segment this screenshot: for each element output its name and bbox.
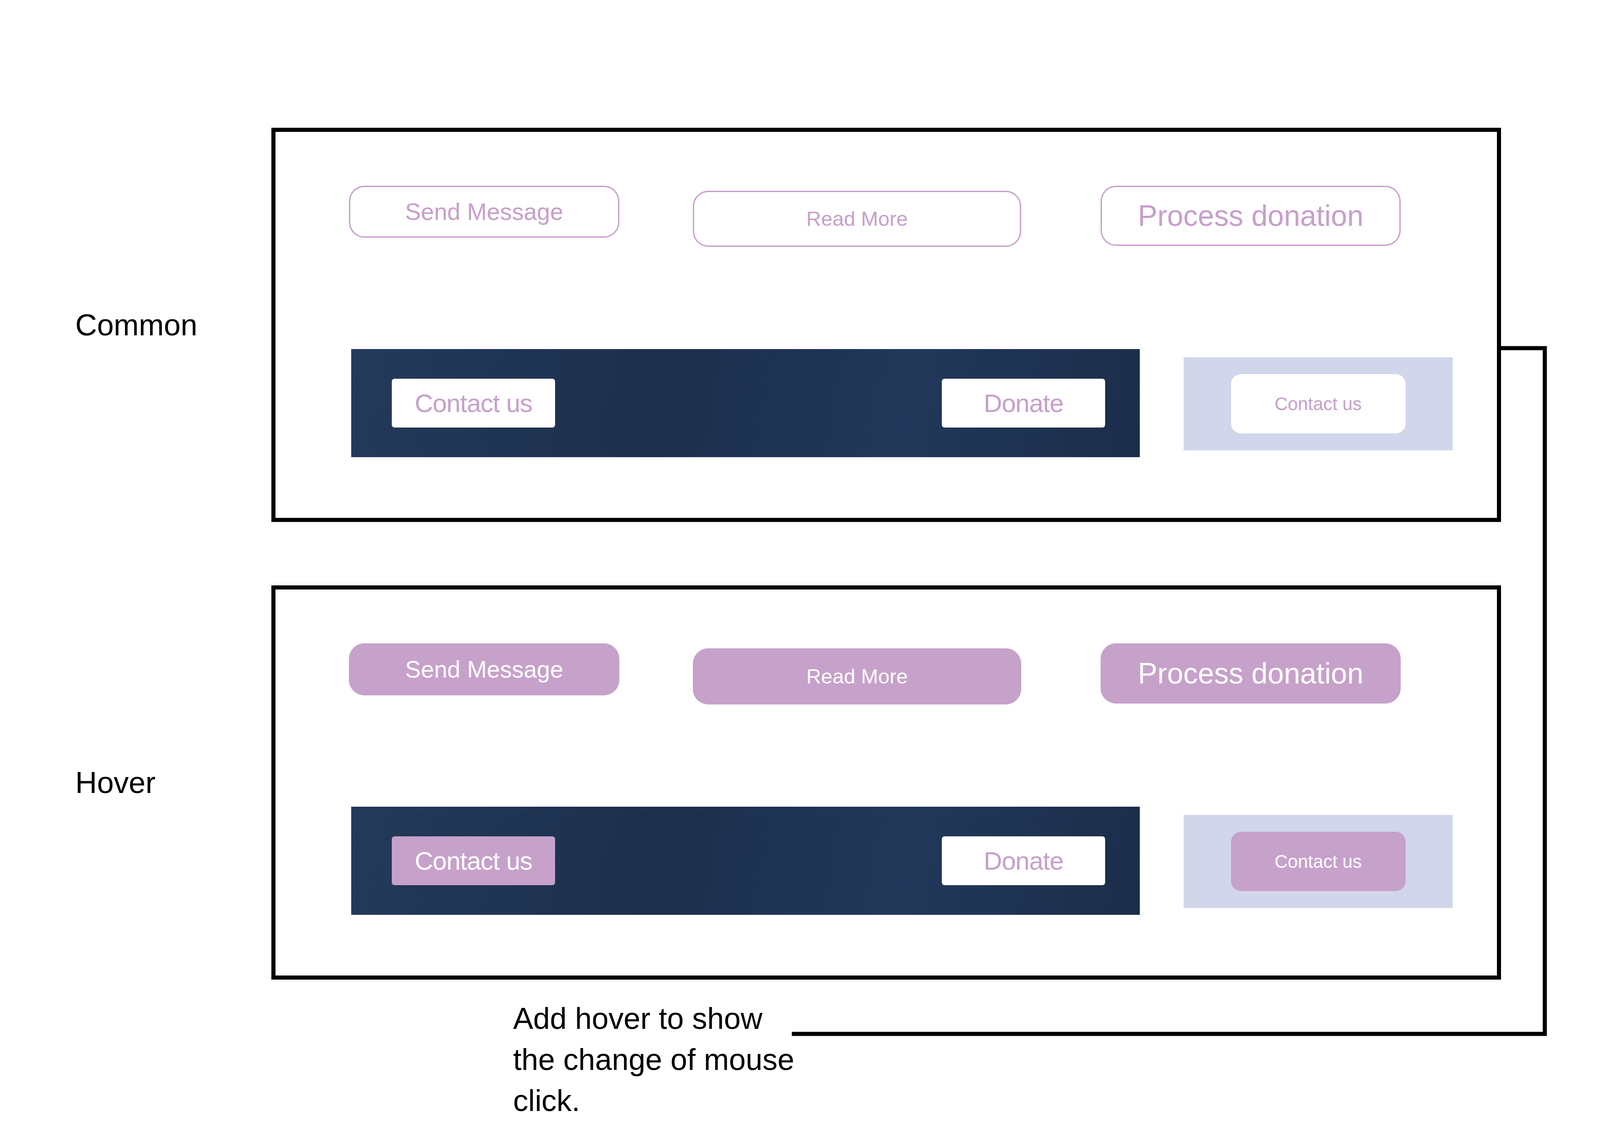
- annotation-line: click.: [513, 1079, 1600, 1121]
- outline-button-row: Send Message Read More Process donation: [348, 185, 1497, 247]
- rounded-button[interactable]: Read More: [692, 190, 1022, 247]
- rounded-button[interactable]: Process donation: [1100, 643, 1401, 704]
- banner-button[interactable]: Contact us: [391, 378, 556, 428]
- panel-button[interactable]: Contact us: [1231, 831, 1406, 891]
- annotation-line: the change of mouse: [513, 1038, 1600, 1080]
- ocean-banner: Contact us Donate: [351, 348, 1140, 458]
- outline-button-row: Send Message Read More Process donation: [348, 643, 1497, 705]
- section-label: Common: [0, 307, 272, 343]
- section-label: Hover: [0, 764, 272, 800]
- section-frame: Send Message Read More Process donation Con…: [271, 127, 1502, 522]
- rounded-button[interactable]: Send Message: [348, 185, 620, 238]
- annotation-note: Add hover to showthe change of mouseclic…: [513, 997, 1600, 1121]
- section-frame: Send Message Read More Process donation Con…: [271, 585, 1502, 980]
- state-section: Hover Send Message Read More Process donati…: [0, 585, 1600, 980]
- banner-button[interactable]: Donate: [941, 836, 1106, 885]
- banner-row: Contact us Donate Contact us: [351, 806, 1497, 915]
- connector-line: [0, 0, 1600, 1132]
- ocean-banner: Contact us Donate: [351, 806, 1140, 915]
- lavender-panel: Contact us: [1183, 814, 1453, 908]
- lavender-panel: Contact us: [1183, 357, 1453, 451]
- rounded-button[interactable]: Process donation: [1100, 185, 1401, 246]
- annotation-line: Add hover to show: [513, 997, 1600, 1039]
- state-section: Common Send Message Read More Process donat…: [0, 127, 1600, 522]
- banner-button[interactable]: Donate: [941, 378, 1106, 428]
- rounded-button[interactable]: Send Message: [348, 643, 620, 696]
- design-board: Common Send Message Read More Process donat…: [0, 0, 1600, 1132]
- banner-button[interactable]: Contact us: [391, 836, 556, 885]
- panel-button[interactable]: Contact us: [1231, 374, 1406, 434]
- banner-row: Contact us Donate Contact us: [351, 348, 1497, 458]
- rounded-button[interactable]: Read More: [692, 648, 1022, 705]
